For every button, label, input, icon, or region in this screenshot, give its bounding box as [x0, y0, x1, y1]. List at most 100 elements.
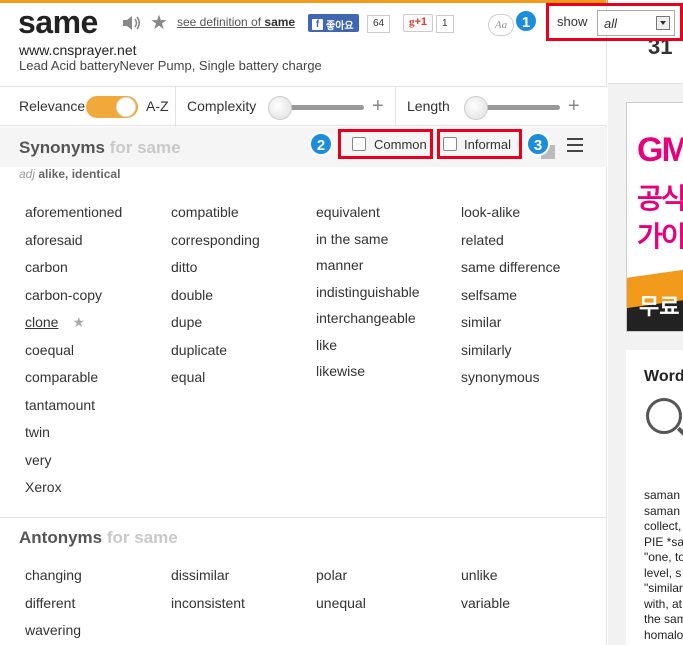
- ad-line: 가이: [637, 221, 683, 252]
- etymology-text: saman saman collect, PIE *sa "one, to le…: [644, 488, 683, 643]
- word-origin-card: Word Origin saman saman collect, PIE *sa…: [626, 350, 683, 645]
- synonym-word[interactable]: related: [461, 231, 560, 259]
- side-ad-image[interactable]: GM 공식 가이 무료: [626, 102, 683, 332]
- synonym-word[interactable]: aforesaid: [25, 231, 122, 259]
- speaker-icon[interactable]: [122, 14, 142, 32]
- gplus-button[interactable]: g+1: [403, 14, 434, 32]
- main-panel: same ★ see definition of same f 좋아요 64 g+…: [0, 0, 607, 645]
- antonym-word[interactable]: dissimilar: [171, 566, 245, 594]
- synonyms-column-1: aforementioned aforesaid carbon carbon-c…: [25, 203, 122, 506]
- antonyms-title-text: Antonyms: [19, 528, 103, 547]
- relevance-az-toggle[interactable]: [86, 96, 138, 118]
- etymology-line: saman: [644, 488, 681, 502]
- antonyms-column-2: dissimilar inconsistent: [171, 566, 245, 621]
- menu-icon[interactable]: [567, 138, 583, 152]
- synonym-word[interactable]: selfsame: [461, 286, 560, 314]
- synonym-word[interactable]: indistinguishable: [316, 283, 420, 310]
- antonym-word[interactable]: unlike: [461, 566, 510, 594]
- synonym-word[interactable]: like: [316, 336, 420, 363]
- synonym-word[interactable]: similarly: [461, 341, 560, 369]
- synonym-word[interactable]: Xerox: [25, 478, 122, 506]
- slider-thumb[interactable]: [464, 96, 488, 120]
- step-badge: 2: [309, 132, 333, 156]
- synonym-word[interactable]: corresponding: [171, 231, 260, 259]
- synonym-word[interactable]: carbon: [25, 258, 122, 286]
- antonyms-title: Antonyms for same: [19, 528, 178, 548]
- synonym-word[interactable]: comparable: [25, 368, 122, 396]
- filter-divider: [395, 87, 396, 127]
- ad-url[interactable]: www.cnsprayer.net: [19, 42, 137, 58]
- slider-thumb[interactable]: [268, 96, 292, 120]
- antonyms-column-3: polar unequal: [316, 566, 366, 621]
- synonym-word[interactable]: look-alike: [461, 203, 560, 231]
- antonym-word[interactable]: wavering: [25, 621, 82, 645]
- see-definition-link[interactable]: see definition of same: [177, 15, 295, 29]
- synonym-word[interactable]: carbon-copy: [25, 286, 122, 314]
- see-definition-word: same: [264, 15, 296, 29]
- synonym-word[interactable]: dupe: [171, 313, 260, 341]
- etymology-line: collect,: [644, 519, 682, 533]
- synonym-word[interactable]: coequal: [25, 341, 122, 369]
- facebook-icon: f: [312, 18, 323, 30]
- antonyms-column-1: changing different wavering: [25, 566, 82, 645]
- synonyms-column-2: compatible corresponding ditto double du…: [171, 203, 260, 396]
- synonym-word[interactable]: duplicate: [171, 341, 260, 369]
- etymology-line: with, at: [644, 596, 683, 611]
- synonym-word[interactable]: very: [25, 451, 122, 479]
- synonyms-column-3: equivalent in the same manner indistingu…: [316, 203, 420, 389]
- synonym-word[interactable]: similar: [461, 313, 560, 341]
- antonym-word[interactable]: different: [25, 594, 82, 622]
- length-label: Length: [407, 98, 450, 114]
- antonym-word[interactable]: variable: [461, 594, 510, 622]
- antonym-word[interactable]: changing: [25, 566, 82, 594]
- synonym-word[interactable]: equal: [171, 368, 260, 396]
- highlight-box-common: [338, 129, 433, 159]
- step-badge: 1: [514, 9, 538, 33]
- headword: same: [18, 4, 98, 40]
- synonym-word-clone[interactable]: clone ★: [25, 313, 122, 341]
- favorite-star-icon[interactable]: ★: [150, 10, 168, 35]
- plus-icon[interactable]: +: [568, 95, 580, 118]
- synonym-word[interactable]: equivalent: [316, 203, 420, 230]
- synonym-word[interactable]: same difference: [461, 258, 560, 286]
- synonym-word[interactable]: double: [171, 286, 260, 314]
- synonym-word[interactable]: ditto: [171, 258, 260, 286]
- gplus-count: 1: [436, 15, 454, 33]
- relevance-label: Relevance: [19, 98, 86, 114]
- synonym-word[interactable]: aforementioned: [25, 203, 122, 231]
- synonym-word[interactable]: in the same: [316, 230, 420, 257]
- facebook-like-button[interactable]: f 좋아요: [308, 14, 359, 32]
- synonyms-for: for same: [109, 138, 181, 157]
- sense-words: alike, identical: [38, 167, 121, 181]
- step-badge: 3: [526, 132, 550, 156]
- font-size-button[interactable]: Aa: [488, 14, 514, 36]
- plus-icon[interactable]: +: [372, 95, 384, 118]
- toggle-knob[interactable]: [116, 97, 136, 117]
- right-sidebar: 31 GM 공식 가이 무료 Word Origin saman saman c…: [608, 0, 683, 645]
- synonym-word[interactable]: tantamount: [25, 396, 122, 424]
- antonym-word[interactable]: polar: [316, 566, 366, 594]
- synonym-word[interactable]: compatible: [171, 203, 260, 231]
- sense-line: adj alike, identical: [19, 167, 120, 181]
- ad-text: Lead Acid batteryNever Pump, Single batt…: [19, 58, 322, 73]
- synonym-word[interactable]: manner: [316, 256, 420, 283]
- filter-bar: Relevance A-Z Complexity + Length +: [0, 86, 607, 127]
- ad-line: GM: [637, 131, 683, 169]
- see-definition-prefix: see definition of: [177, 15, 265, 29]
- synonym-word[interactable]: likewise: [316, 362, 420, 389]
- synonym-link[interactable]: clone: [25, 314, 58, 330]
- ad-bottom-text: 무료: [639, 294, 680, 319]
- etymology-line: saman: [644, 503, 681, 518]
- antonyms-for: for same: [106, 528, 178, 547]
- synonyms-title-text: Synonyms: [19, 138, 105, 157]
- synonym-word[interactable]: synonymous: [461, 368, 560, 396]
- antonym-word[interactable]: unequal: [316, 594, 366, 622]
- antonym-word[interactable]: inconsistent: [171, 594, 245, 622]
- synonym-word[interactable]: interchangeable: [316, 309, 420, 336]
- synonym-word[interactable]: twin: [25, 423, 122, 451]
- etymology-line: PIE *sa: [644, 534, 683, 549]
- star-icon[interactable]: ★: [72, 314, 85, 330]
- etymology-line: "one, to: [644, 550, 683, 564]
- synonyms-title: Synonyms for same: [19, 138, 181, 158]
- section-divider: [0, 517, 607, 518]
